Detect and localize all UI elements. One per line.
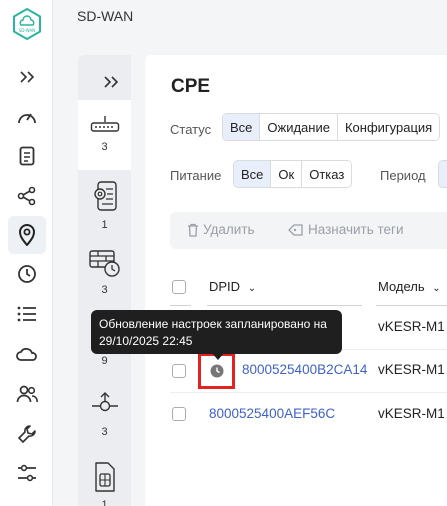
hidden-count: 9 (101, 355, 108, 367)
share-nodes-icon[interactable] (14, 183, 40, 209)
model-cell: vKESR-M1 (378, 319, 445, 334)
chevron-down-icon: ⌄ (432, 283, 441, 294)
expand-chevrons-icon[interactable] (78, 69, 131, 93)
row-checkbox[interactable] (172, 364, 186, 378)
row-divider (170, 392, 447, 393)
router-count: 3 (101, 141, 108, 153)
status-option-configuration[interactable]: Конфигурация (337, 114, 440, 140)
select-all-checkbox[interactable] (172, 280, 186, 294)
router-icon (90, 116, 119, 132)
sub-item-firewall[interactable]: 3 (78, 249, 131, 304)
delete-button[interactable]: Удалить (187, 222, 255, 237)
network-node-icon (91, 392, 118, 412)
firewall-count: 3 (101, 284, 108, 296)
status-filter-label: Статус (170, 122, 212, 137)
document-icon[interactable] (14, 143, 40, 169)
scheduled-update-tooltip: Обновление настроек запланировано на 29/… (91, 310, 342, 354)
sub-item-hidden[interactable]: 9 (78, 355, 131, 375)
assign-tags-label: Назначить теги (308, 222, 404, 237)
power-option-ok[interactable]: Ок (271, 161, 303, 187)
model-column-header[interactable]: Модель ⌄ (378, 279, 441, 294)
logo-text: SD-WAN (19, 28, 35, 33)
period-filter-label: Период (380, 168, 426, 183)
tag-icon (288, 223, 303, 236)
tooltip-line1: Обновление настроек запланировано на (99, 317, 327, 331)
firewall-timer-icon (88, 250, 120, 277)
dpid-link[interactable]: 8000525400AEF56C (209, 406, 335, 421)
location-pin-icon[interactable] (8, 216, 46, 254)
page-title: CPE (171, 76, 211, 97)
model-header-label: Модель (378, 279, 425, 294)
delete-label: Удалить (203, 222, 255, 237)
dpid-column-header[interactable]: DPID ⌄ (209, 279, 256, 294)
power-filter-label: Питание (170, 168, 222, 183)
collapse-chevrons-icon[interactable] (14, 64, 40, 90)
clock-icon[interactable] (14, 261, 40, 287)
sim-count: 1 (101, 499, 108, 506)
tooltip-line2: 29/10/2025 22:45 (99, 334, 193, 348)
sim-card-icon (94, 462, 115, 492)
model-cell: vKESR-M1 (378, 362, 445, 377)
wrench-icon[interactable] (14, 421, 40, 447)
header-divider (207, 305, 362, 306)
assign-tags-button[interactable]: Назначить теги (288, 222, 404, 237)
network-node-count: 3 (101, 426, 108, 438)
power-filter-group: Все Ок Отказ (233, 160, 353, 188)
header-divider (170, 305, 191, 306)
sd-wan-logo: SD-WAN (12, 7, 42, 41)
row-checkbox[interactable] (172, 407, 186, 421)
power-option-fail[interactable]: Отказ (302, 161, 352, 187)
power-option-all[interactable]: Все (234, 161, 272, 187)
settings-document-icon (93, 181, 117, 211)
trash-icon (188, 223, 198, 237)
header-divider (376, 305, 447, 306)
dpid-link[interactable]: 8000525400B2CA14 (242, 362, 367, 377)
settings-doc-count: 1 (101, 219, 108, 231)
list-icon[interactable] (14, 301, 40, 327)
sliders-icon[interactable] (14, 460, 40, 486)
period-filter-control[interactable] (438, 160, 447, 188)
cloud-icon[interactable] (14, 341, 40, 367)
action-toolbar: Удалить Назначить теги (170, 212, 447, 249)
device-type-rail: 3 1 3 9 3 1 (78, 55, 131, 506)
sub-item-network-node[interactable]: 3 (78, 391, 131, 446)
sub-item-router[interactable]: 3 (78, 100, 131, 170)
model-cell: vKESR-M1 (378, 406, 445, 421)
sub-item-settings-doc[interactable]: 1 (78, 180, 131, 235)
dpid-header-label: DPID (209, 279, 241, 294)
dashboard-gauge-icon[interactable] (14, 104, 40, 130)
users-icon[interactable] (14, 381, 40, 407)
status-option-all[interactable]: Все (223, 114, 261, 140)
app-title: SD-WAN (77, 8, 134, 24)
top-bar: SD-WAN (54, 0, 447, 40)
status-filter-group: Все Ожидание Конфигурация (222, 113, 441, 141)
left-nav-rail: SD-WAN (0, 0, 53, 506)
tooltip-arrow (212, 353, 224, 360)
sub-item-sim[interactable]: 1 (78, 460, 131, 506)
status-option-pending[interactable]: Ожидание (260, 114, 338, 140)
chevron-down-icon: ⌄ (247, 283, 257, 294)
